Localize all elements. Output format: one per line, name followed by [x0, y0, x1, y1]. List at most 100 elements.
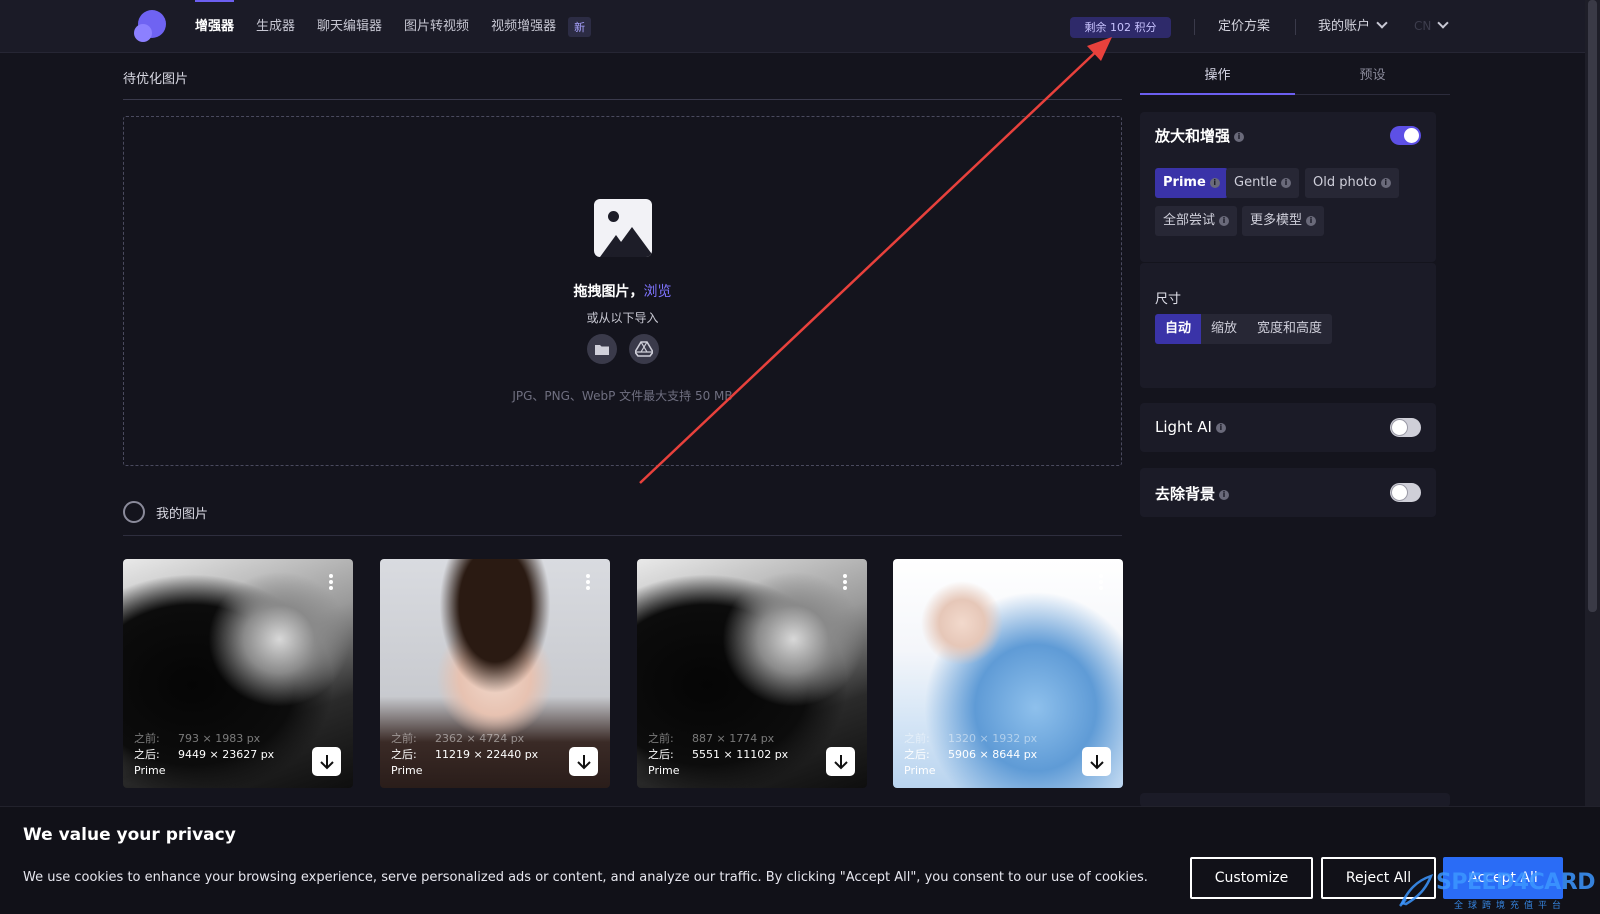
image-dimensions: 之前: 2362 × 4724 px 之后: 11219 × 22440 px Pr… [391, 731, 538, 779]
model-chip-try-all[interactable]: 全部尝试 i [1155, 206, 1238, 236]
account-label: 我的账户 [1318, 19, 1371, 34]
image-dimensions: 之前: 793 × 1983 px 之后: 9449 × 23627 px Prim… [134, 731, 274, 779]
import-sources [124, 334, 1121, 364]
page-scrollbar[interactable] [1585, 0, 1600, 914]
nav-item-chat-editor[interactable]: 聊天编辑器 [317, 0, 382, 53]
size-mode-selector: 自动 缩放 宽度和高度 [1155, 314, 1333, 344]
image-card[interactable]: 之前: 1320 × 1932 px 之后: 5906 × 8644 px Prim… [893, 559, 1123, 788]
model-chip-more-models[interactable]: 更多模型 i [1242, 206, 1325, 236]
light-ai-panel: Light AI i [1140, 403, 1436, 452]
remove-bg-title: 去除背景 i [1155, 483, 1230, 504]
after-label: 之后: [134, 748, 160, 761]
nav-item-image-to-video[interactable]: 图片转视频 [404, 0, 469, 53]
nav-item-generator[interactable]: 生成器 [256, 0, 295, 53]
after-size: 9449 × 23627 px [178, 748, 275, 761]
size-option-auto[interactable]: 自动 [1155, 314, 1202, 344]
image-card[interactable]: 之前: 793 × 1983 px 之后: 9449 × 23627 px Prim… [123, 559, 353, 788]
divider [123, 99, 1122, 100]
nav-divider [1295, 19, 1296, 35]
chip-label: Prime [1163, 175, 1206, 190]
panel-stub [1140, 793, 1450, 807]
after-label: 之后: [648, 748, 674, 761]
watermark: SPEED4CARD 全球跨境充值平台 [1398, 870, 1596, 914]
download-icon[interactable] [312, 747, 341, 776]
before-size: 887 × 1774 px [692, 732, 775, 745]
remove-bg-title-text: 去除背景 [1155, 485, 1216, 503]
info-icon: i [1209, 177, 1220, 188]
chip-label: 全部尝试 [1163, 213, 1216, 228]
before-label: 之前: [904, 732, 930, 745]
chevron-down-icon [1376, 17, 1388, 29]
select-all-radio[interactable] [123, 501, 145, 523]
info-icon[interactable]: i [1219, 489, 1230, 500]
info-icon: i [1306, 215, 1317, 226]
upload-dropzone[interactable]: 拖拽图片，浏览 或从以下导入 JPG、PNG、WebP 文件最大支持 50 MB [123, 116, 1122, 466]
divider [123, 535, 1122, 536]
folder-icon[interactable] [586, 334, 617, 364]
nav-item-video-enhancer[interactable]: 视频增强器 [491, 0, 556, 53]
chevron-down-icon [1437, 17, 1450, 29]
after-size: 11219 × 22440 px [435, 748, 539, 761]
tab-presets[interactable]: 预设 [1295, 64, 1450, 95]
more-options-icon[interactable] [329, 574, 333, 590]
rocket-logo-icon [1399, 873, 1434, 907]
before-label: 之前: [391, 732, 417, 745]
scroll-thumb[interactable] [1588, 0, 1597, 612]
after-size: 5551 × 11102 px [692, 748, 789, 761]
cookie-text: We use cookies to enhance your browsing … [23, 870, 1148, 885]
light-ai-title-text: Light AI [1155, 418, 1212, 436]
my-images-header: 我的图片 [123, 501, 208, 523]
more-options-icon[interactable] [1099, 574, 1103, 590]
upscale-toggle[interactable] [1390, 126, 1421, 145]
remove-bg-toggle[interactable] [1390, 483, 1421, 502]
nav-item-enhancer[interactable]: 增强器 [195, 0, 235, 53]
size-option-scale[interactable]: 缩放 [1201, 314, 1247, 344]
account-menu[interactable]: 我的账户 [1318, 0, 1388, 53]
download-icon[interactable] [569, 747, 598, 776]
browse-link[interactable]: 浏览 [644, 284, 672, 300]
section-title: 待优化图片 [123, 72, 189, 87]
customize-button[interactable]: Customize [1190, 857, 1313, 899]
top-nav: 增强器 生成器 聊天编辑器 图片转视频 视频增强器 新 剩余 102 积分 定价… [0, 0, 1585, 53]
chip-label: Gentle [1234, 175, 1278, 190]
before-label: 之前: [134, 732, 160, 745]
image-card[interactable]: 之前: 2362 × 4724 px 之后: 11219 × 22440 px Pr… [380, 559, 610, 788]
credits-badge[interactable]: 剩余 102 积分 [1070, 17, 1171, 38]
download-icon[interactable] [826, 747, 855, 776]
import-from-label: 或从以下导入 [586, 311, 659, 325]
after-size: 5906 × 8644 px [948, 748, 1038, 761]
image-card[interactable]: 之前: 887 × 1774 px 之后: 5551 × 11102 px Prim… [637, 559, 867, 788]
size-option-width-height[interactable]: 宽度和高度 [1247, 314, 1332, 344]
upscale-title: 放大和增强 i [1155, 125, 1245, 146]
model-name: Prime [134, 764, 166, 777]
app-logo[interactable] [134, 10, 166, 42]
image-dimensions: 之前: 1320 × 1932 px 之后: 5906 × 8644 px Prim… [904, 731, 1037, 779]
download-icon[interactable] [1082, 747, 1111, 776]
more-options-icon[interactable] [586, 574, 590, 590]
my-images-label: 我的图片 [156, 506, 209, 522]
model-chip-old-photo[interactable]: Old photo i [1305, 168, 1399, 198]
tab-operations[interactable]: 操作 [1140, 64, 1295, 95]
pricing-link[interactable]: 定价方案 [1218, 0, 1270, 53]
before-size: 2362 × 4724 px [435, 732, 525, 745]
google-drive-icon[interactable] [628, 334, 659, 364]
model-chip-gentle[interactable]: Gentle i [1226, 168, 1300, 198]
info-icon[interactable]: i [1234, 131, 1245, 142]
language-selector[interactable]: CN [1414, 0, 1450, 53]
settings-tabs: 操作 预设 [1140, 64, 1450, 95]
light-ai-toggle[interactable] [1390, 418, 1421, 437]
watermark-brand: SPEED4CARD [1436, 870, 1595, 895]
cookie-title: We value your privacy [23, 825, 236, 845]
info-icon[interactable]: i [1215, 422, 1226, 433]
light-ai-title: Light AI i [1155, 418, 1226, 436]
model-name: Prime [904, 764, 936, 777]
model-chip-prime[interactable]: Prime i [1155, 168, 1228, 198]
more-options-icon[interactable] [843, 574, 847, 590]
size-panel: 尺寸 自动 缩放 宽度和高度 [1140, 262, 1436, 388]
drag-label: 拖拽图片， [573, 284, 644, 300]
after-label: 之后: [391, 748, 417, 761]
chip-label: Old photo [1313, 175, 1377, 190]
nav-links: 增强器 生成器 聊天编辑器 图片转视频 视频增强器 新 [195, 0, 592, 53]
file-limit-note: JPG、PNG、WebP 文件最大支持 50 MB [512, 389, 733, 403]
before-label: 之前: [648, 732, 674, 745]
